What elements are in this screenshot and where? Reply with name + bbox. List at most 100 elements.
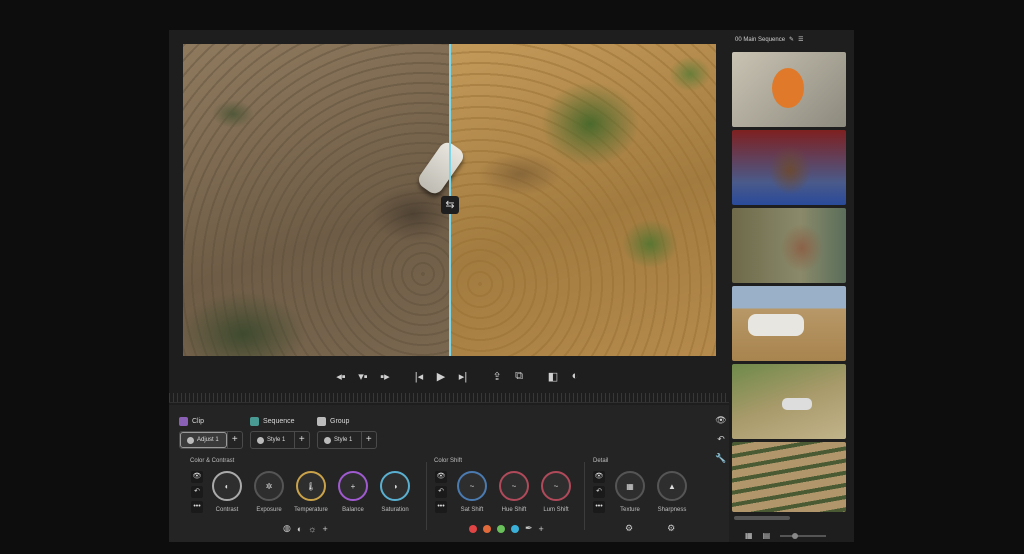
visibility-icon[interactable]: 👁 — [593, 471, 605, 483]
thumbnail-scrollbar[interactable] — [734, 516, 790, 520]
sequence-style-button[interactable]: Style 1 — [251, 432, 294, 448]
more-icon[interactable]: ••• — [593, 501, 605, 513]
red-swatch[interactable] — [469, 524, 477, 533]
tab-group-label: Group — [330, 418, 350, 425]
after-image — [450, 44, 716, 356]
temperature-knob[interactable]: 🌡 — [296, 471, 326, 501]
compare-viewer[interactable]: ⇆ — [183, 44, 716, 356]
adjust-chip-button[interactable]: Adjust 1 — [180, 432, 227, 448]
edit-icon[interactable]: ✎ — [789, 36, 794, 43]
group-chip: Style 1 + — [317, 431, 377, 449]
clip-chip: Adjust 1 + — [179, 431, 243, 449]
visibility-icon[interactable]: 👁 — [191, 471, 203, 483]
blue-swatch[interactable] — [511, 524, 519, 533]
contrast-knob[interactable]: ◐ — [212, 471, 242, 501]
lum-shift-label: Lum Shift — [543, 507, 569, 513]
texture-knob[interactable]: ▦ — [615, 471, 645, 501]
contrast-mode-icon[interactable]: ◐ — [297, 524, 302, 534]
green-swatch[interactable] — [497, 524, 505, 533]
color-shift-title: Color Shift — [434, 458, 463, 464]
export-icon[interactable]: ⇪ — [486, 366, 508, 386]
add-swatch-icon[interactable]: + — [539, 524, 544, 534]
tab-group[interactable]: Group — [317, 417, 349, 426]
clip-thumbnail[interactable] — [732, 286, 846, 361]
wrench-icon[interactable]: 🔧 — [715, 453, 726, 464]
sequence-icon — [250, 417, 259, 426]
section-divider — [584, 462, 585, 530]
clip-thumbnail[interactable] — [732, 130, 846, 205]
clip-thumbnail[interactable] — [732, 442, 846, 512]
sharpness-knob[interactable]: ▲ — [657, 471, 687, 501]
before-image — [183, 44, 450, 356]
group-style-button[interactable]: Style 1 — [318, 432, 361, 448]
mark-in-icon[interactable]: ◂▪ — [330, 366, 352, 386]
sequence-header: 00 Main Sequence ✎ ☰ — [735, 36, 803, 44]
balance-knob[interactable]: + — [338, 471, 368, 501]
timeline-ruler[interactable] — [169, 393, 729, 403]
color-mode-icon[interactable]: ◐ — [564, 366, 586, 386]
adjustment-panel: Clip Sequence Group Adjust 1 + Style 1 +… — [169, 405, 729, 542]
list-settings-icon[interactable]: ☰ — [798, 36, 803, 43]
color-contrast-modes: ◍ ◐ ☼ + — [283, 523, 328, 534]
adjust-icon — [187, 436, 194, 444]
go-to-start-icon[interactable]: |◂ — [408, 366, 430, 386]
add-sequence-style-button[interactable]: + — [293, 432, 309, 448]
reset-all-icon[interactable]: ↶ — [717, 434, 725, 445]
sharpness-settings-icon[interactable]: ⚙ — [667, 523, 675, 534]
detail-settings: ⚙ ⚙ — [625, 523, 675, 534]
more-icon[interactable]: ••• — [435, 501, 447, 513]
style-icon — [257, 436, 264, 444]
clip-thumbnail[interactable] — [732, 208, 846, 283]
compare-icon[interactable]: ⧉ — [508, 366, 530, 386]
compare-handle-icon[interactable]: ⇆ — [441, 196, 459, 214]
reset-icon[interactable]: ↶ — [435, 486, 447, 498]
hue-shift-knob[interactable]: ~ — [499, 471, 529, 501]
sequence-footer: ▦ ▤ — [745, 531, 827, 540]
tab-sequence[interactable]: Sequence — [250, 417, 295, 426]
eyedropper-icon[interactable]: ✒ — [525, 523, 533, 534]
tab-clip-label: Clip — [192, 418, 205, 425]
exposure-knob[interactable]: ✲ — [254, 471, 284, 501]
add-mode-icon[interactable]: + — [323, 524, 328, 534]
transport-bar: ◂▪ ▾▪ ▪▸ |◂ ▶ ▸| ⇪ ⧉ ◧ ◐ — [330, 366, 586, 386]
color-shift-swatches: ✒ + — [469, 523, 544, 534]
detail-tools: 👁 ↶ ••• — [593, 471, 605, 513]
play-icon[interactable]: ▶ — [430, 366, 452, 386]
reset-icon[interactable]: ↶ — [191, 486, 203, 498]
add-group-style-button[interactable]: + — [360, 432, 376, 448]
panel-side-tools: 👁 ↶ 🔧 — [713, 415, 729, 464]
reset-icon[interactable]: ↶ — [593, 486, 605, 498]
detail-title: Detail — [593, 458, 609, 464]
adjust-chip-label: Adjust 1 — [197, 437, 219, 443]
sequence-chip-label: Style 1 — [267, 437, 286, 443]
tab-sequence-label: Sequence — [263, 418, 295, 425]
sat-shift-knob[interactable]: ~ — [457, 471, 487, 501]
clip-icon — [179, 417, 188, 426]
grid-view-icon[interactable]: ▦ — [745, 531, 753, 540]
sharpness-label: Sharpness — [657, 507, 687, 513]
clip-thumbnail[interactable] — [732, 364, 846, 439]
lum-shift-knob[interactable]: ~ — [541, 471, 571, 501]
orange-swatch[interactable] — [483, 524, 491, 533]
style-icon — [324, 436, 331, 444]
group-chip-label: Style 1 — [334, 437, 353, 443]
clip-thumbnail[interactable] — [732, 52, 846, 127]
texture-settings-icon[interactable]: ⚙ — [625, 523, 633, 534]
section-divider — [426, 462, 427, 530]
globe-icon[interactable]: ◍ — [283, 523, 291, 534]
go-to-end-icon[interactable]: ▸| — [452, 366, 474, 386]
visibility-icon[interactable]: 👁 — [435, 471, 447, 483]
thumbnail-size-slider[interactable] — [780, 532, 827, 539]
add-clip-adjustment-button[interactable]: + — [226, 432, 242, 448]
visibility-icon[interactable]: 👁 — [715, 415, 726, 426]
light-icon[interactable]: ☼ — [308, 524, 316, 534]
tab-clip[interactable]: Clip — [179, 417, 204, 426]
mark-out-icon[interactable]: ▪▸ — [374, 366, 396, 386]
color-contrast-title: Color & Contrast — [190, 458, 235, 464]
overlay-icon[interactable]: ◧ — [542, 366, 564, 386]
color-shift-tools: 👁 ↶ ••• — [435, 471, 447, 513]
saturation-knob[interactable]: ◑ — [380, 471, 410, 501]
sequence-chip: Style 1 + — [250, 431, 310, 449]
add-marker-icon[interactable]: ▾▪ — [352, 366, 374, 386]
list-view-icon[interactable]: ▤ — [763, 531, 771, 540]
